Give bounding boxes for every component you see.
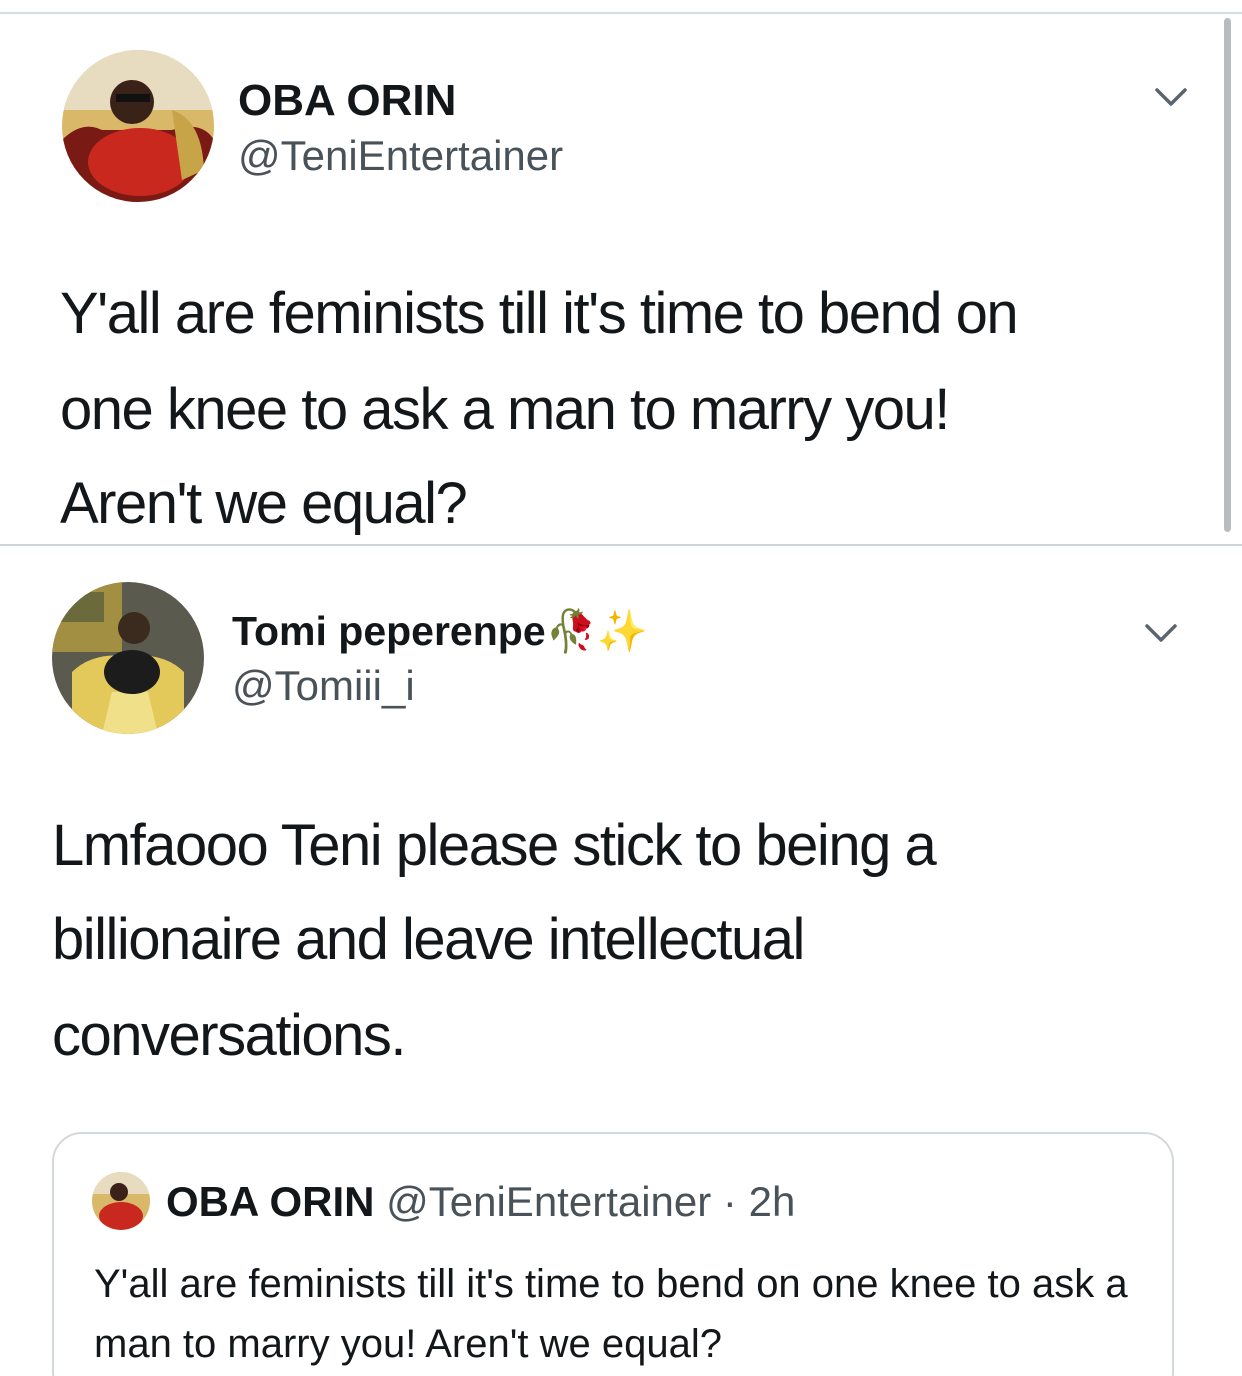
divider xyxy=(0,12,1242,14)
quoted-header: OBA ORIN @TeniEntertainer · 2h xyxy=(166,1178,795,1226)
tweet-text-line: Lmfaooo Teni please stick to being a xyxy=(52,813,937,878)
user-handle[interactable]: @TeniEntertainer xyxy=(238,132,563,180)
tweet-text-line: one knee to ask a man to marry you! xyxy=(60,377,950,442)
separator: · xyxy=(711,1178,749,1225)
tweet-text-line: Aren't we equal? xyxy=(60,471,468,536)
display-name[interactable]: OBA ORIN xyxy=(238,76,456,126)
divider xyxy=(0,544,1242,546)
display-name-text: Tomi peperenpe xyxy=(232,608,546,654)
scrollbar[interactable] xyxy=(1224,18,1231,532)
chevron-down-icon[interactable] xyxy=(1144,622,1178,649)
quoted-handle: @TeniEntertainer xyxy=(386,1178,712,1225)
tweet-text-line: billionaire and leave intellectual xyxy=(52,907,805,972)
name-emoji: 🥀✨ xyxy=(545,608,648,654)
user-handle[interactable]: @Tomiii_i xyxy=(232,662,415,710)
chevron-down-icon[interactable] xyxy=(1154,86,1188,113)
display-name[interactable]: Tomi peperenpe🥀✨ xyxy=(232,608,648,656)
twitter-timeline: OBA ORIN @TeniEntertainer Y'all are femi… xyxy=(0,0,1242,1376)
tweet-text-line: conversations. xyxy=(52,1003,406,1068)
quoted-avatar xyxy=(92,1172,150,1230)
avatar[interactable] xyxy=(52,582,204,734)
tweet-text-line: Y'all are feminists till it's time to be… xyxy=(60,281,1019,346)
quoted-tweet-text: Y'all are feminists till it's time to be… xyxy=(94,1262,1128,1366)
avatar[interactable] xyxy=(62,50,214,202)
quoted-display-name: OBA ORIN xyxy=(166,1178,375,1225)
quoted-timestamp: 2h xyxy=(748,1178,796,1225)
quoted-tweet[interactable]: OBA ORIN @TeniEntertainer · 2h Y'all are… xyxy=(52,1132,1174,1376)
